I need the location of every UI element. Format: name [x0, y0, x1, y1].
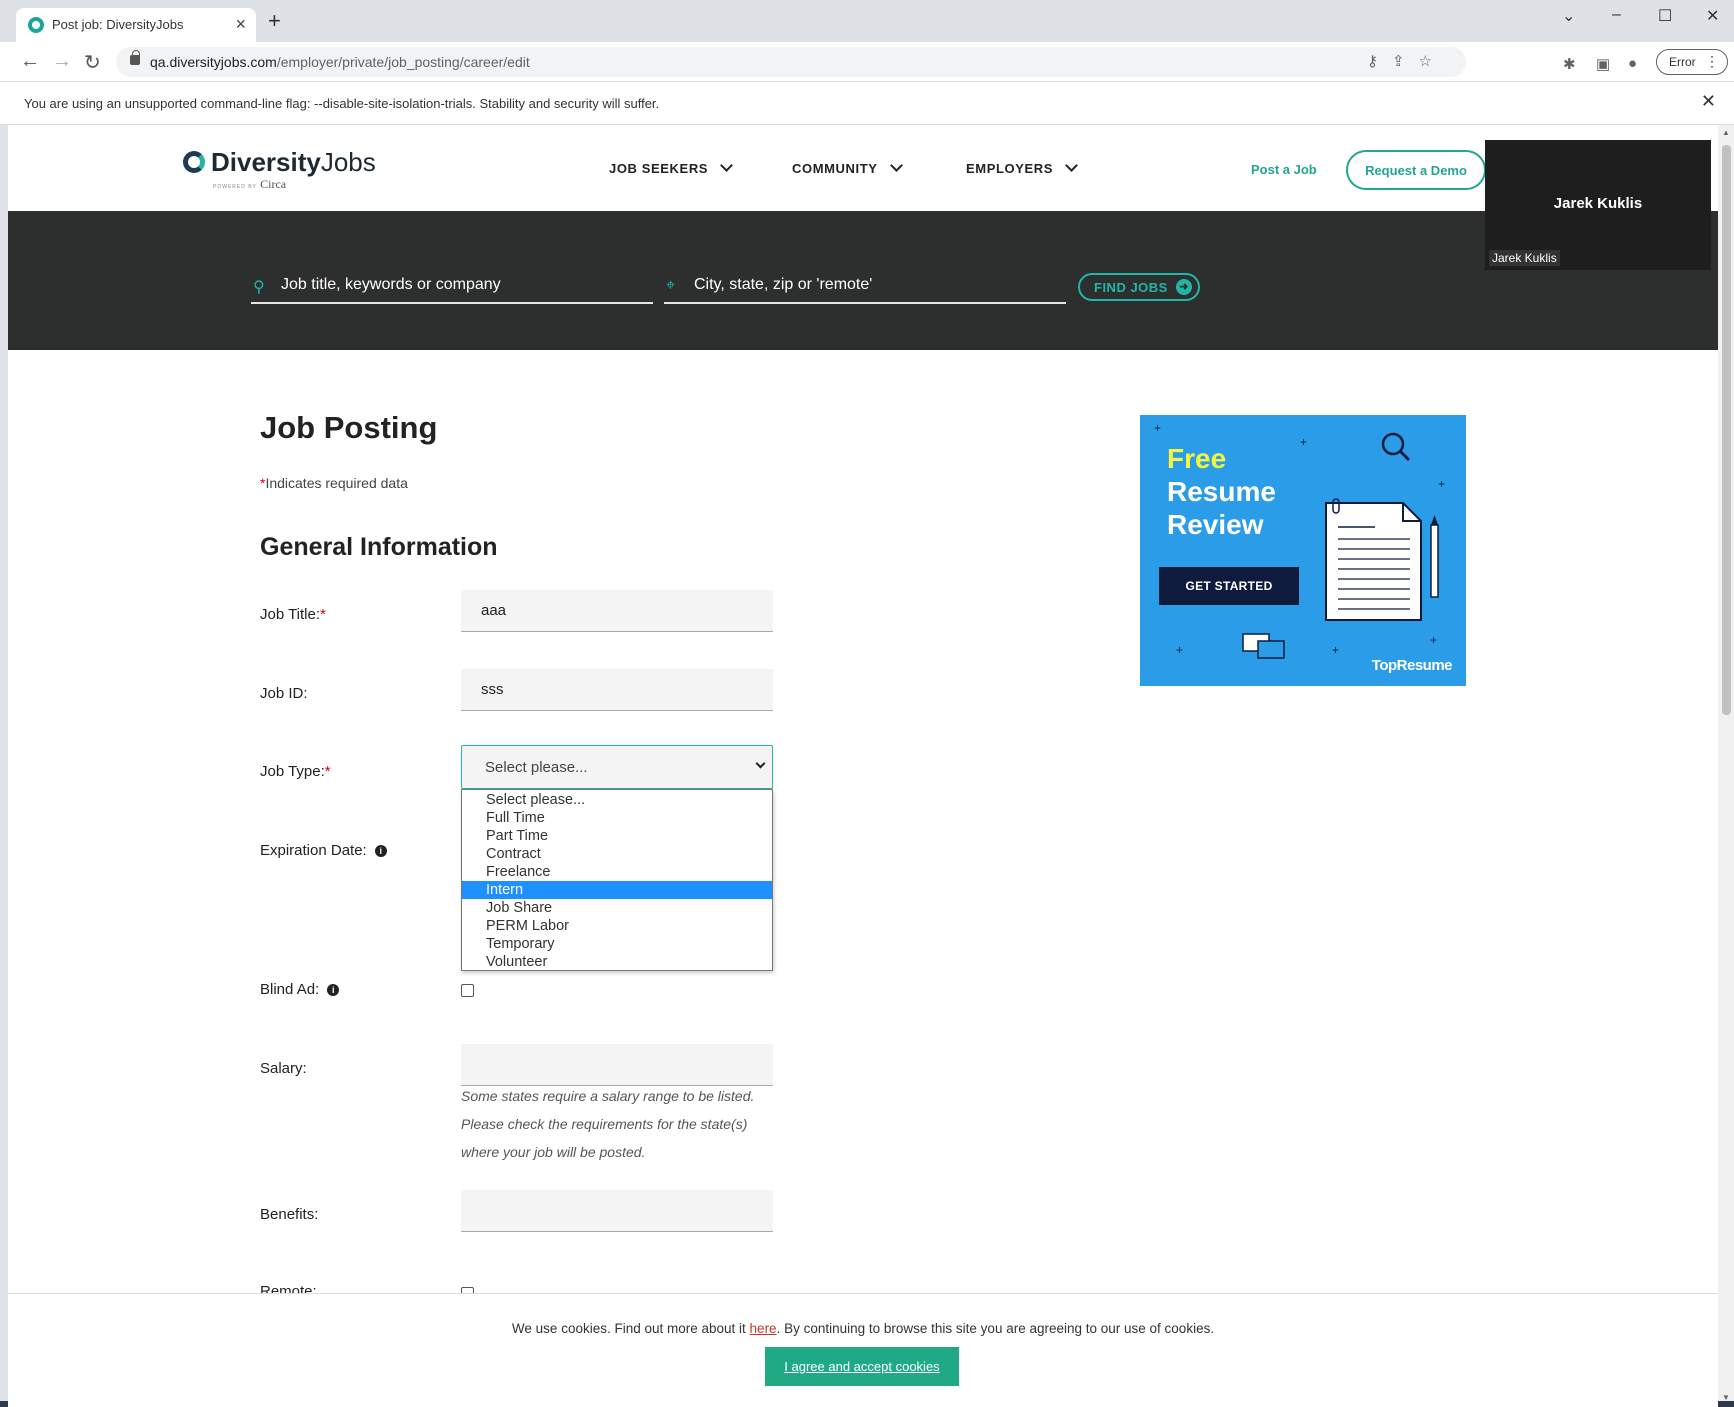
nav-employers[interactable]: EMPLOYERS: [966, 159, 1078, 176]
request-demo-button[interactable]: Request a Demo: [1346, 150, 1486, 190]
salary-label: Salary:: [260, 1060, 307, 1077]
logo-mark-icon: [183, 151, 205, 173]
topresume-logo: TopResume: [1371, 657, 1453, 674]
cookie-banner: We use cookies. Find out more about it h…: [8, 1293, 1718, 1407]
omnibox-actions: ⚷⇪☆: [1367, 52, 1446, 70]
arrow-right-icon: ➜: [1176, 279, 1192, 295]
page-title: Job Posting: [260, 410, 438, 445]
participant-name: Jarek Kuklis: [1553, 195, 1643, 212]
keyword-search-input[interactable]: Job title, keywords or company: [281, 276, 501, 294]
video-call-overlay: Jarek Kuklis Jarek Kuklis: [1485, 140, 1711, 270]
salary-helper-text: Some states require a salary range to be…: [461, 1088, 755, 1160]
dropdown-option[interactable]: Job Share: [462, 899, 772, 917]
dropdown-option-highlighted[interactable]: Intern: [462, 881, 772, 899]
page-viewport: DiversityJobs POWERED BY Circa JOB SEEKE…: [8, 125, 1718, 1407]
infobar-text: You are using an unsupported command-lin…: [24, 96, 660, 111]
resume-review-ad[interactable]: + + + + + + Free Resume Review GET START…: [1140, 415, 1466, 686]
dropdown-option[interactable]: Freelance: [462, 863, 772, 881]
site-favicon-icon: [28, 17, 44, 33]
chevron-down-icon: [755, 758, 766, 769]
keyword-search-field[interactable]: ⚲ Job title, keywords or company: [251, 271, 653, 304]
section-title: General Information: [260, 533, 498, 561]
job-id-label: Job ID:: [260, 685, 308, 702]
tab-title: Post job: DiversityJobs: [52, 17, 184, 32]
participant-label: Jarek Kuklis: [1489, 250, 1560, 266]
dropdown-option[interactable]: Contract: [462, 845, 772, 863]
dropdown-option[interactable]: Select please...: [462, 791, 772, 809]
profile-icon[interactable]: ●: [1628, 55, 1637, 72]
job-type-dropdown[interactable]: Select please... Full Time Part Time Con…: [461, 789, 773, 971]
close-window-icon[interactable]: ✕: [1706, 6, 1719, 26]
job-title-input[interactable]: aaa: [461, 590, 773, 632]
url-text: qa.diversityjobs.com/employer/private/jo…: [150, 54, 530, 70]
blind-ad-label: Blind Ad: i: [260, 981, 340, 998]
chevron-down-icon: [720, 159, 733, 172]
share-icon[interactable]: ⇪: [1392, 53, 1419, 70]
browser-tabbar: Post job: DiversityJobs × + ⌄ – ☐ ✕: [0, 0, 1734, 42]
job-search-band: ⚲ Job title, keywords or company ⌖ City,…: [8, 211, 1718, 350]
reload-icon[interactable]: ↻: [84, 50, 101, 75]
forward-icon[interactable]: →: [52, 50, 72, 73]
location-pin-icon: ⌖: [666, 277, 676, 294]
search-icon: ⚲: [253, 279, 265, 296]
blind-ad-checkbox[interactable]: [461, 984, 474, 997]
scroll-up-icon[interactable]: ▲: [1722, 128, 1730, 137]
accept-cookies-button[interactable]: I agree and accept cookies: [765, 1347, 959, 1386]
maximize-icon[interactable]: ☐: [1658, 6, 1672, 26]
info-icon[interactable]: i: [374, 845, 387, 857]
browser-tab[interactable]: Post job: DiversityJobs ×: [16, 8, 256, 42]
profile-error-button[interactable]: Error ⋮: [1656, 49, 1728, 75]
nav-job-seekers[interactable]: JOB SEEKERS: [609, 159, 733, 176]
benefits-label: Benefits:: [260, 1206, 319, 1223]
required-note: *Indicates required data: [260, 475, 408, 491]
new-tab-icon[interactable]: +: [268, 10, 281, 32]
cookie-policy-link[interactable]: here: [750, 1321, 777, 1336]
chevron-down-icon: [1065, 159, 1078, 172]
key-icon[interactable]: ⚷: [1367, 53, 1392, 70]
cookie-text: We use cookies. Find out more about it h…: [511, 1321, 1215, 1336]
dropdown-option[interactable]: Part Time: [462, 827, 772, 845]
salary-input[interactable]: [461, 1044, 773, 1086]
tab-search-icon[interactable]: ⌄: [1562, 6, 1575, 26]
dropdown-option[interactable]: Temporary: [462, 935, 772, 953]
close-tab-icon[interactable]: ×: [235, 14, 246, 35]
kebab-menu-icon[interactable]: ⋮: [1705, 53, 1719, 70]
chevron-down-icon: [889, 159, 903, 172]
logo-powered-by: POWERED BY Circa: [213, 177, 287, 191]
address-bar[interactable]: qa.diversityjobs.com/employer/private/jo…: [116, 47, 1466, 77]
warning-infobar: You are using an unsupported command-lin…: [0, 82, 1734, 125]
bookmark-star-icon[interactable]: ☆: [1419, 53, 1446, 70]
resume-illustration-icon: [1242, 432, 1439, 659]
nav-community[interactable]: COMMUNITY: [792, 159, 903, 176]
site-header: DiversityJobs POWERED BY Circa JOB SEEKE…: [8, 125, 1718, 211]
find-jobs-button[interactable]: FIND JOBS ➜: [1078, 273, 1200, 301]
job-type-label: Job Type:*: [260, 763, 331, 780]
expiration-date-label: Expiration Date: i: [260, 842, 387, 859]
browser-toolbar: ← → ↻ qa.diversityjobs.com/employer/priv…: [0, 42, 1734, 82]
dropdown-option[interactable]: Volunteer: [462, 953, 772, 971]
location-search-input[interactable]: City, state, zip or 'remote': [694, 276, 872, 294]
job-id-input[interactable]: sss: [461, 669, 773, 711]
logo-text: DiversityJobs: [211, 147, 376, 177]
scrollbar-thumb[interactable]: [1722, 145, 1731, 715]
info-icon[interactable]: i: [327, 984, 340, 996]
dropdown-option[interactable]: Full Time: [462, 809, 772, 827]
side-panel-icon[interactable]: ▣: [1596, 55, 1610, 73]
page-scrollbar[interactable]: ▲ ▼: [1718, 125, 1734, 1407]
extensions-icon[interactable]: ✱: [1563, 55, 1576, 73]
lock-icon: [130, 50, 140, 65]
dropdown-option[interactable]: PERM Labor: [462, 917, 772, 935]
close-infobar-icon[interactable]: ✕: [1701, 91, 1716, 112]
job-type-select[interactable]: Select please...: [461, 745, 773, 789]
post-a-job-link[interactable]: Post a Job: [1251, 162, 1317, 177]
back-icon[interactable]: ←: [20, 50, 40, 73]
job-title-label: Job Title:*: [260, 606, 326, 623]
minimize-icon[interactable]: –: [1612, 6, 1621, 24]
benefits-input[interactable]: [461, 1190, 773, 1232]
location-search-field[interactable]: ⌖ City, state, zip or 'remote': [664, 271, 1066, 304]
